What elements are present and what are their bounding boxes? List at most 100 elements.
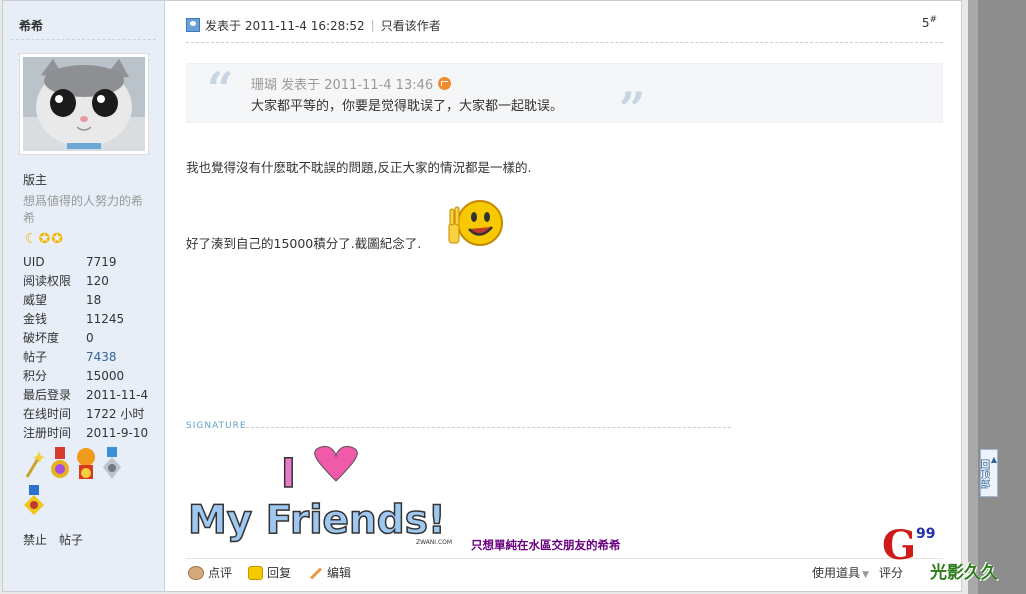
page-side-strip <box>968 0 1026 594</box>
floor-number[interactable]: 5# <box>922 15 937 30</box>
use-item-button[interactable]: 使用道具 ▼ <box>812 564 869 581</box>
reply-label: 回复 <box>267 566 292 580</box>
comment-button[interactable]: 点评 <box>188 564 232 581</box>
message-line: 我也覺得沒有什麽耽不耽誤的問題,反正大家的情況都是一樣的. <box>186 160 532 175</box>
stat-row: 金钱 11245 <box>23 310 148 329</box>
stat-row: 阅读权限 120 <box>23 272 148 291</box>
stat-row: 破坏度 0 <box>23 329 148 348</box>
divider <box>186 42 943 43</box>
stat-label: 威望 <box>23 293 48 307</box>
stat-row: 帖子 7438 <box>23 348 148 367</box>
stat-value: 1722 小时 <box>86 407 145 421</box>
message-line: 好了湊到自己的15000積分了.截圖紀念了. <box>186 236 422 251</box>
stat-label: 在线时间 <box>23 407 72 421</box>
watermark-logo: G <box>882 522 917 569</box>
stat-label: 破坏度 <box>23 331 60 345</box>
post-content: 发表于 2011-11-4 16:28:52 | 只看该作者 5# “ 珊瑚 发… <box>166 1 963 591</box>
quote-meta: 珊瑚 发表于 2011-11-4 13:46 <box>251 74 452 93</box>
medal-icon[interactable] <box>49 447 71 483</box>
floor-mark: # <box>929 15 937 25</box>
stat-label: 金钱 <box>23 312 48 326</box>
ban-link[interactable]: 禁止 <box>23 531 47 548</box>
medal-icon[interactable] <box>23 485 45 521</box>
quote-close-icon: ” <box>619 82 646 136</box>
divider: | <box>370 18 375 32</box>
edit-label: 编辑 <box>327 566 352 580</box>
signature-divider <box>246 427 731 428</box>
quote-author-line: 珊瑚 发表于 2011-11-4 13:46 <box>251 78 434 93</box>
author-panel: 希希 版主 想爲値得的人努力的希希 ☾ ✪ ✪ UID 7719 阅读权限 12… <box>3 1 165 591</box>
edit-button[interactable]: 编辑 <box>307 564 351 581</box>
moon-icon: ☾ <box>25 231 38 247</box>
quote-open-icon: “ <box>207 62 234 116</box>
user-posts-link[interactable]: 帖子 <box>59 531 83 548</box>
divider <box>186 558 943 559</box>
user-icon <box>186 18 200 32</box>
signature-image: I My Friends! <box>187 445 446 544</box>
posts-count-link[interactable]: 7438 <box>86 348 117 367</box>
star-icon: ✪ <box>51 231 64 247</box>
stat-row: 在线时间 1722 小时 <box>23 405 148 424</box>
quote-text: 大家都平等的，你要是觉得耽误了，大家都一起耽误。 <box>251 99 564 114</box>
stat-value: 120 <box>86 274 109 288</box>
arrow-up-icon: ▲ <box>990 455 997 464</box>
comment-label: 点评 <box>208 566 233 580</box>
page: 希希 版主 想爲値得的人努力的希希 ☾ ✪ ✪ UID 7719 阅读权限 12… <box>0 0 1026 594</box>
avatar[interactable] <box>19 53 149 155</box>
reply-button[interactable]: 回复 <box>248 564 291 581</box>
back-to-top-label: 回顶部 <box>977 459 989 489</box>
divider <box>11 39 156 40</box>
signature-image-text: My Friends! <box>188 498 446 543</box>
stat-value: 18 <box>86 293 102 307</box>
stat-value: 2011-11-4 <box>86 388 149 402</box>
stat-label: 最后登录 <box>23 388 72 402</box>
back-to-top-button[interactable]: ▲ 回顶部 <box>977 449 998 497</box>
watermark-text: 光影久久 <box>930 563 998 583</box>
stat-label: 积分 <box>23 369 48 383</box>
medals <box>23 447 143 521</box>
stat-label: 阅读权限 <box>23 274 72 288</box>
user-motto: 想爲値得的人努力的希希 <box>23 194 144 225</box>
star-icon: ✪ <box>38 231 51 247</box>
post-actions: 点评 回复 编辑 <box>188 564 351 581</box>
wand-medal-icon[interactable] <box>23 447 45 483</box>
post-time: 发表于 2011-11-4 16:28:52 <box>205 18 365 33</box>
comment-icon <box>188 565 204 580</box>
stat-label: 注册时间 <box>23 426 72 440</box>
stat-value: 15000 <box>86 369 125 383</box>
quote-block: “ 珊瑚 发表于 2011-11-4 13:46 大家都平等的，你要是觉得耽误了… <box>186 62 943 132</box>
stat-row: 威望 18 <box>23 291 148 310</box>
watermark-number: 99 <box>916 526 936 542</box>
signature-text: 只想單純在水區交朋友的希希 <box>471 538 621 552</box>
stat-row: UID 7719 <box>23 253 148 272</box>
user-group[interactable]: 版主 <box>23 171 47 188</box>
author-name[interactable]: 希希 <box>19 17 43 34</box>
author-stats: UID 7719 阅读权限 120 威望 18 金钱 11245 破坏度 0 帖子 7438… <box>23 253 148 443</box>
signature-label: SIGNATURE <box>186 421 247 431</box>
stat-value: 7719 <box>86 255 117 269</box>
author-actions: 禁止 帖子 <box>23 531 83 548</box>
stat-label: 帖子 <box>23 350 48 364</box>
jump-to-quote-icon[interactable] <box>438 77 452 90</box>
stat-row: 积分 15000 <box>23 367 148 386</box>
post-header: 发表于 2011-11-4 16:28:52 | 只看该作者 <box>186 15 943 35</box>
medal-icon[interactable] <box>75 447 97 483</box>
forum-post: 希希 版主 想爲値得的人努力的希希 ☾ ✪ ✪ UID 7719 阅读权限 12… <box>2 0 962 592</box>
only-author-link[interactable]: 只看该作者 <box>381 17 441 34</box>
medal-icon[interactable] <box>101 447 123 483</box>
victory-smiley-icon <box>448 200 503 246</box>
edit-icon <box>307 566 323 580</box>
chevron-down-icon: ▼ <box>862 570 869 580</box>
stat-value: 0 <box>86 331 94 345</box>
signature-credit: ZWANI.COM <box>416 539 453 546</box>
cat-avatar-image <box>23 57 145 151</box>
stat-row: 注册时间 2011-9-10 <box>23 424 148 443</box>
stat-row: 最后登录 2011-11-4 <box>23 386 148 405</box>
use-item-label: 使用道具 <box>812 566 861 580</box>
stat-value: 11245 <box>86 312 125 326</box>
rank-stars: ☾ ✪ ✪ <box>25 232 63 246</box>
stat-label: UID <box>23 255 45 269</box>
reply-icon <box>248 565 264 580</box>
signature-image-i: I <box>281 451 296 497</box>
stat-value: 2011-9-10 <box>86 426 149 440</box>
